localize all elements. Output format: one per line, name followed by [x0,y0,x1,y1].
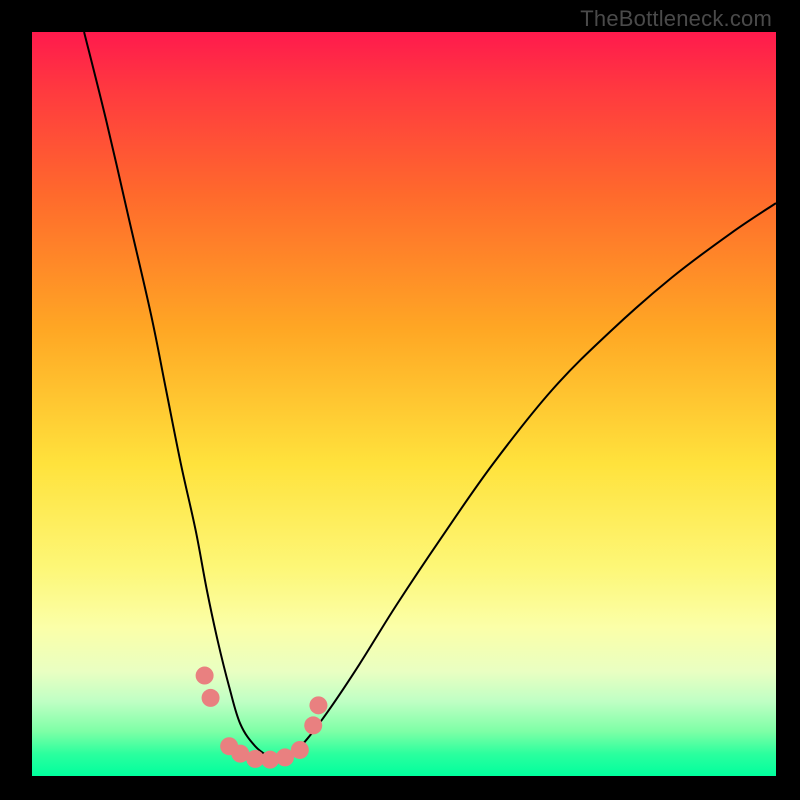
curve-right-branch [278,203,776,761]
curve-layer [32,32,776,776]
data-marker [202,689,220,707]
data-marker [304,716,322,734]
data-marker [309,696,327,714]
marker-group [196,667,328,769]
curve-left-branch [84,32,277,761]
watermark-text: TheBottleneck.com [580,6,772,32]
plot-area [32,32,776,776]
chart-frame: TheBottleneck.com [0,0,800,800]
data-marker [196,667,214,685]
data-marker [291,741,309,759]
